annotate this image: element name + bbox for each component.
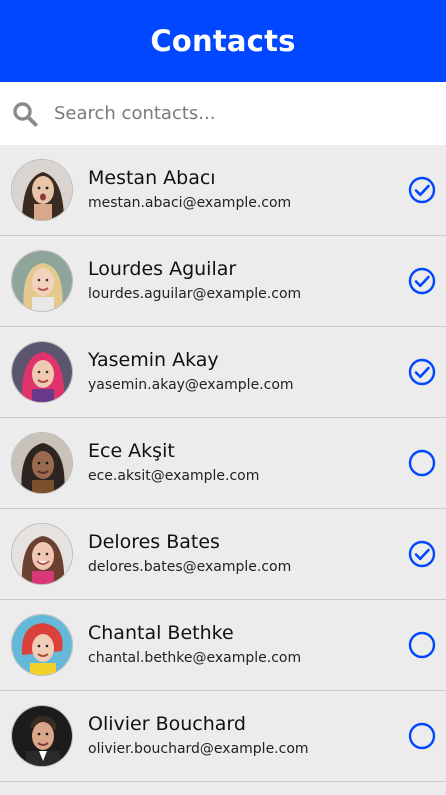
app-header: Contacts xyxy=(0,0,446,82)
search-input[interactable] xyxy=(54,103,414,124)
contact-row[interactable]: Delores Bates delores.bates@example.com xyxy=(0,509,446,600)
page-title: Contacts xyxy=(150,24,296,58)
contact-row[interactable]: Mestan Abacı mestan.abaci@example.com xyxy=(0,145,446,236)
circle-icon[interactable] xyxy=(408,449,436,477)
circle-icon[interactable] xyxy=(408,722,436,750)
check-circle-icon[interactable] xyxy=(408,267,436,295)
contact-email: lourdes.aguilar@example.com xyxy=(88,286,302,302)
contact-name: Chantal Bethke xyxy=(88,622,234,644)
contact-email: yasemin.akay@example.com xyxy=(88,377,294,393)
contact-name: Ece Akşit xyxy=(88,440,175,462)
contact-name: Yasemin Akay xyxy=(88,349,219,371)
check-circle-icon[interactable] xyxy=(408,358,436,386)
check-circle-icon[interactable] xyxy=(408,540,436,568)
contact-email: chantal.bethke@example.com xyxy=(88,650,302,666)
avatar xyxy=(11,705,73,767)
avatar xyxy=(11,250,73,312)
check-circle-icon[interactable] xyxy=(408,176,436,204)
contact-email: delores.bates@example.com xyxy=(88,559,292,575)
contact-email: mestan.abaci@example.com xyxy=(88,195,292,211)
contact-email: olivier.bouchard@example.com xyxy=(88,741,309,757)
contact-name: Delores Bates xyxy=(88,531,220,553)
contact-row[interactable]: Chantal Bethke chantal.bethke@example.co… xyxy=(0,600,446,691)
contact-list: Mestan Abacı mestan.abaci@example.com Lo… xyxy=(0,145,446,782)
contact-name: Lourdes Aguilar xyxy=(88,258,237,280)
avatar xyxy=(11,432,73,494)
avatar xyxy=(11,614,73,676)
contact-row[interactable]: Olivier Bouchard olivier.bouchard@exampl… xyxy=(0,691,446,782)
avatar xyxy=(11,341,73,403)
contact-name: Olivier Bouchard xyxy=(88,713,246,735)
avatar xyxy=(11,159,73,221)
contact-row[interactable]: Lourdes Aguilar lourdes.aguilar@example.… xyxy=(0,236,446,327)
contact-name: Mestan Abacı xyxy=(88,167,216,189)
contact-email: ece.aksit@example.com xyxy=(88,468,260,484)
contact-row[interactable]: Ece Akşit ece.aksit@example.com xyxy=(0,418,446,509)
search-icon xyxy=(11,100,39,128)
contact-row[interactable]: Yasemin Akay yasemin.akay@example.com xyxy=(0,327,446,418)
search-bar xyxy=(0,82,446,145)
avatar xyxy=(11,523,73,585)
circle-icon[interactable] xyxy=(408,631,436,659)
